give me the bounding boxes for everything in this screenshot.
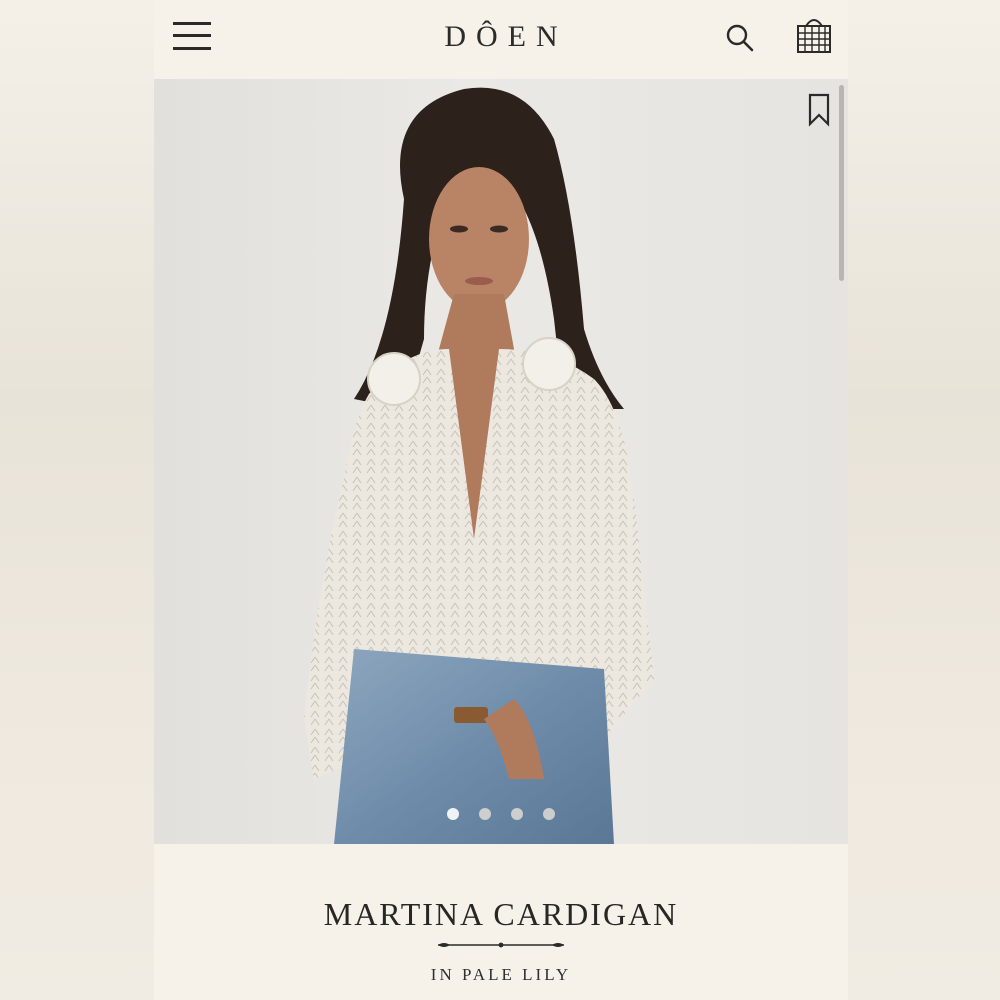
bookmark-icon[interactable] <box>806 93 832 127</box>
carousel-dot[interactable] <box>511 808 523 820</box>
carousel-dots <box>154 808 848 820</box>
basket-icon[interactable] <box>794 14 834 56</box>
mobile-screen: DÔEN MARTINA CARDIGAN IN PALE LILY <box>154 0 848 1000</box>
carousel-dot[interactable] <box>543 808 555 820</box>
carousel-dot[interactable] <box>447 808 459 820</box>
carousel-dot[interactable] <box>479 808 491 820</box>
background-blur-right <box>848 0 1000 1000</box>
product-title: MARTINA CARDIGAN <box>323 896 679 932</box>
product-info: MARTINA CARDIGAN IN PALE LILY <box>154 844 848 1000</box>
product-color: IN PALE LILY <box>430 965 572 984</box>
model-wearing-cardigan-photo <box>304 87 654 844</box>
site-header: DÔEN <box>154 0 848 79</box>
ornament-divider <box>438 942 564 948</box>
scrollbar[interactable] <box>839 85 844 281</box>
product-image-gallery[interactable] <box>154 79 848 844</box>
search-icon[interactable] <box>724 22 756 54</box>
background-blur-left <box>0 0 154 1000</box>
